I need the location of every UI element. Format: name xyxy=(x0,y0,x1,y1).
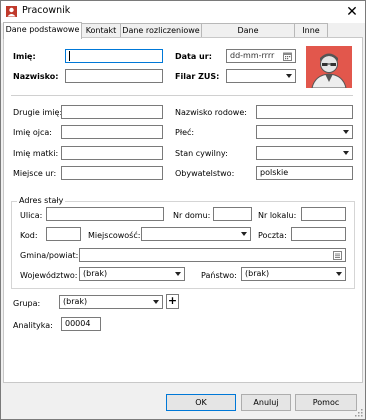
data-ur-label: Data ur: xyxy=(175,52,212,61)
cancel-button[interactable]: Anuluj xyxy=(241,394,291,411)
chevron-down-icon xyxy=(286,74,292,78)
panstwo-label: Państwo: xyxy=(201,271,237,280)
gmina-powiat-label: Gmina/powiat: xyxy=(20,251,79,260)
imie-label: Imię: xyxy=(13,52,36,61)
plec-label: Płeć: xyxy=(175,128,195,137)
person-app-icon xyxy=(6,6,17,17)
wojewodztwo-select[interactable]: (brak) xyxy=(79,267,185,281)
nr-domu-label: Nr domu: xyxy=(173,211,211,220)
poczta-input[interactable] xyxy=(291,227,346,241)
wojewodztwo-label: Województwo: xyxy=(20,271,78,280)
avatar[interactable] xyxy=(306,46,352,89)
kod-input[interactable] xyxy=(46,227,81,241)
imie-ojca-input[interactable] xyxy=(61,125,163,139)
miejsce-ur-input[interactable] xyxy=(61,166,163,180)
ulica-label: Ulica: xyxy=(20,211,43,220)
nr-lokalu-label: Nr lokalu: xyxy=(258,211,297,220)
wojewodztwo-value: (brak) xyxy=(83,269,108,278)
imie-matki-input[interactable] xyxy=(61,146,163,160)
window-title: Pracownik xyxy=(22,5,71,16)
pracownik-dialog: Pracownik ✕ Dane podstawowe Kontakt Dane… xyxy=(0,0,366,420)
nazwisko-rodowe-input[interactable] xyxy=(256,105,353,119)
panstwo-value: (brak) xyxy=(245,269,270,278)
text-cursor xyxy=(69,51,70,61)
grupa-value: (brak) xyxy=(63,297,88,306)
grupa-select[interactable]: (brak) xyxy=(59,295,163,309)
chevron-down-icon xyxy=(343,130,349,134)
close-button[interactable]: ✕ xyxy=(341,2,363,22)
list-picker-icon[interactable] xyxy=(333,251,342,260)
obywatelstwo-input[interactable]: polskie xyxy=(256,166,353,180)
miejsce-ur-label: Miejsce ur: xyxy=(13,169,57,178)
tab-dane-ubezpieczeniowe[interactable]: Dane ubezpieczeniowe xyxy=(201,23,295,49)
chevron-down-icon xyxy=(153,300,159,304)
nr-lokalu-input[interactable] xyxy=(301,207,346,221)
obywatelstwo-label: Obywatelstwo: xyxy=(175,169,235,178)
gmina-powiat-input[interactable] xyxy=(79,248,346,262)
miejscowosc-label: Miejscowość: xyxy=(88,231,141,240)
add-group-button[interactable]: + xyxy=(166,294,179,309)
ok-button[interactable]: OK xyxy=(166,394,236,411)
nazwisko-label: Nazwisko: xyxy=(13,72,59,81)
kod-label: Kod: xyxy=(20,231,38,240)
stan-cywilny-label: Stan cywilny: xyxy=(175,149,228,158)
chevron-down-icon xyxy=(343,151,349,155)
calendar-icon[interactable] xyxy=(283,52,292,61)
nazwisko-input[interactable] xyxy=(65,69,163,83)
poczta-label: Poczta: xyxy=(258,231,287,240)
miejscowosc-select[interactable] xyxy=(141,227,251,241)
data-ur-placeholder: dd-mm-rrrr xyxy=(230,51,275,60)
filar-zus-select[interactable] xyxy=(226,69,296,83)
address-legend: Adres stały xyxy=(17,196,66,205)
ulica-input[interactable] xyxy=(46,207,164,221)
filar-zus-label: Filar ZUS: xyxy=(175,72,220,81)
tab-inne[interactable]: Inne xyxy=(294,23,328,38)
title-bar: Pracownik ✕ xyxy=(1,1,365,23)
analityka-input[interactable]: 00004 xyxy=(61,317,101,331)
resize-grip-icon[interactable] xyxy=(353,407,363,417)
grupa-label: Grupa: xyxy=(13,299,41,308)
panstwo-select[interactable]: (brak) xyxy=(241,267,346,281)
drugie-imie-input[interactable] xyxy=(61,105,163,119)
analityka-label: Analityka: xyxy=(13,321,53,330)
person-silhouette-icon xyxy=(311,53,347,89)
imie-ojca-label: Imię ojca: xyxy=(13,128,52,137)
separator xyxy=(11,95,353,96)
help-button[interactable]: Pomoc xyxy=(295,394,357,411)
drugie-imie-label: Drugie imię: xyxy=(13,108,63,117)
nazwisko-rodowe-label: Nazwisko rodowe: xyxy=(175,108,247,117)
data-ur-input[interactable]: dd-mm-rrrr xyxy=(226,49,296,63)
chevron-down-icon xyxy=(241,232,247,236)
tab-kontakt[interactable]: Kontakt xyxy=(81,23,121,38)
chevron-down-icon xyxy=(336,272,342,276)
imie-matki-label: Imię matki: xyxy=(13,149,59,158)
nr-domu-input[interactable] xyxy=(213,207,252,221)
plec-select[interactable] xyxy=(256,125,353,139)
stan-cywilny-select[interactable] xyxy=(256,146,353,160)
imie-input[interactable] xyxy=(65,49,163,63)
tab-dane-rozliczeniowe[interactable]: Dane rozliczeniowe xyxy=(120,23,202,38)
chevron-down-icon xyxy=(175,272,181,276)
tab-dane-podstawowe[interactable]: Dane podstawowe xyxy=(3,22,82,39)
